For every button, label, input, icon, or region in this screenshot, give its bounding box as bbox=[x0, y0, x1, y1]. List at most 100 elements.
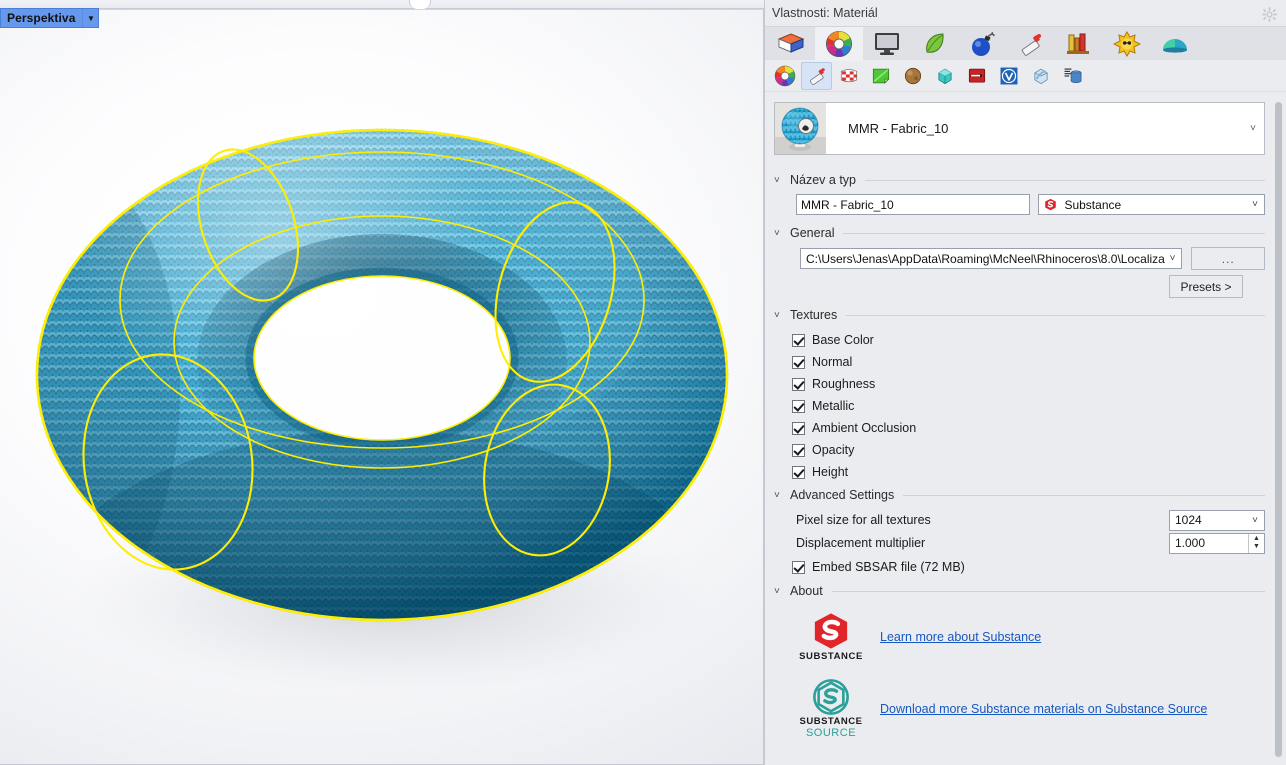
gear-glyph bbox=[1261, 6, 1277, 22]
paint-tube-icon bbox=[1021, 33, 1041, 56]
chevron-down-icon[interactable]: ˅ bbox=[774, 490, 784, 501]
chevron-down-icon[interactable]: ˅ bbox=[1248, 515, 1262, 526]
texture-checkbox[interactable] bbox=[792, 443, 805, 457]
viewport-divider bbox=[0, 8, 764, 9]
stepper-up-icon[interactable]: ▲ bbox=[1253, 535, 1260, 543]
subtab-vray[interactable] bbox=[993, 62, 1024, 90]
section-rule bbox=[846, 314, 1265, 316]
section-rule bbox=[903, 494, 1265, 496]
section-header-name-and-type[interactable]: ˅ Název a typ bbox=[774, 173, 1265, 187]
section-header-about[interactable]: ˅ About bbox=[774, 584, 1265, 598]
texture-checkbox-label: Height bbox=[812, 465, 849, 479]
torus-render bbox=[0, 128, 729, 765]
texture-checkbox-row[interactable]: Normal bbox=[774, 351, 1265, 373]
pixel-size-value: 1024 bbox=[1175, 513, 1202, 527]
texture-checkbox[interactable] bbox=[792, 355, 805, 369]
layers-cylinder-icon bbox=[1064, 68, 1081, 83]
substance-file-path-value: C:\Users\Jenas\AppData\Roaming\McNeel\Rh… bbox=[806, 251, 1165, 266]
viewport-area: Perspektiva ▼ bbox=[0, 0, 764, 765]
download-substance-source-link[interactable]: Download more Substance materials on Sub… bbox=[880, 702, 1207, 716]
material-icon bbox=[826, 30, 852, 57]
material-name-input[interactable] bbox=[796, 194, 1031, 215]
chevron-down-icon[interactable]: ˅ bbox=[1165, 253, 1179, 264]
subtab-red-book[interactable] bbox=[961, 62, 992, 90]
texture-checkbox[interactable] bbox=[792, 377, 805, 391]
texture-checkbox-row[interactable]: Height bbox=[774, 461, 1265, 483]
about-substance-source-row: SUBSTANCE SOURCE Download more Substance… bbox=[796, 678, 1265, 739]
tab-environment[interactable] bbox=[911, 27, 959, 61]
section-title-general: General bbox=[790, 226, 835, 240]
texture-checkbox-row[interactable]: Ambient Occlusion bbox=[774, 417, 1265, 439]
tab-material[interactable] bbox=[815, 26, 863, 61]
tab-sun-light[interactable] bbox=[1103, 27, 1151, 61]
substance-file-path-select[interactable]: C:\Users\Jenas\AppData\Roaming\McNeel\Rh… bbox=[800, 248, 1183, 269]
section-header-textures[interactable]: ˅ Textures bbox=[774, 308, 1265, 322]
browse-button[interactable]: ... bbox=[1191, 247, 1265, 270]
subtab-glass-cube[interactable] bbox=[1025, 62, 1056, 90]
chevron-down-icon[interactable]: ˅ bbox=[1248, 199, 1262, 210]
chevron-down-icon[interactable]: ˅ bbox=[1242, 103, 1264, 154]
material-selector-dropdown[interactable]: MMR - Fabric_10 ˅ bbox=[774, 102, 1265, 155]
displacement-multiplier-row: Displacement multiplier 1.000 ▲ ▼ bbox=[774, 532, 1265, 554]
display-icon bbox=[875, 32, 899, 55]
tab-display[interactable] bbox=[863, 27, 911, 61]
texture-checkbox[interactable] bbox=[792, 421, 805, 435]
subtab-color-wheel[interactable] bbox=[769, 62, 800, 90]
texture-checkbox-row[interactable]: Roughness bbox=[774, 373, 1265, 395]
texture-checkbox[interactable] bbox=[792, 399, 805, 413]
chevron-down-icon[interactable]: ˅ bbox=[774, 228, 784, 239]
material-preview-sphere bbox=[775, 103, 826, 154]
chevron-down-icon[interactable]: ▼ bbox=[82, 9, 98, 27]
tab-ground-plane[interactable] bbox=[1151, 27, 1199, 61]
substance-source-logo-icon bbox=[813, 679, 849, 715]
subtab-layers-cylinder[interactable] bbox=[1057, 62, 1088, 90]
texture-checkbox-row[interactable]: Metallic bbox=[774, 395, 1265, 417]
substance-logo-small bbox=[1045, 198, 1057, 211]
chevron-down-icon[interactable]: ˅ bbox=[774, 586, 784, 597]
embed-sbsar-checkbox-row[interactable]: Embed SBSAR file (72 MB) bbox=[774, 556, 1265, 578]
embed-sbsar-checkbox[interactable] bbox=[792, 560, 805, 574]
displacement-multiplier-stepper[interactable]: ▲ ▼ bbox=[1248, 533, 1264, 553]
subtab-paint-tube[interactable] bbox=[801, 61, 832, 90]
section-header-advanced-settings[interactable]: ˅ Advanced Settings bbox=[774, 488, 1265, 502]
panel-scrollbar[interactable] bbox=[1275, 102, 1282, 757]
material-type-select[interactable]: Substance ˅ bbox=[1038, 194, 1265, 215]
tab-library[interactable] bbox=[1055, 27, 1103, 61]
tab-object-properties[interactable] bbox=[767, 27, 815, 61]
subtab-brown-sphere[interactable] bbox=[897, 62, 928, 90]
texture-checkbox-label: Base Color bbox=[812, 333, 874, 347]
subtab-green-plane[interactable] bbox=[865, 62, 896, 90]
texture-checkbox[interactable] bbox=[792, 333, 805, 347]
viewport-tab-perspektiva[interactable]: Perspektiva ▼ bbox=[0, 8, 100, 28]
presets-button[interactable]: Presets > bbox=[1169, 275, 1243, 298]
panel-header: Vlastnosti: Materiál bbox=[765, 0, 1286, 26]
red-book-icon bbox=[968, 68, 985, 83]
material-preview-thumbnail bbox=[775, 103, 826, 154]
texture-checkbox[interactable] bbox=[792, 465, 805, 479]
texture-checkbox-row[interactable]: Base Color bbox=[774, 329, 1265, 351]
gear-icon[interactable] bbox=[1258, 3, 1280, 25]
learn-more-substance-link[interactable]: Learn more about Substance bbox=[880, 630, 1041, 644]
embed-sbsar-label: Embed SBSAR file (72 MB) bbox=[812, 560, 965, 574]
tab-paint[interactable] bbox=[1007, 27, 1055, 61]
section-header-general[interactable]: ˅ General bbox=[774, 226, 1265, 240]
panel-tabs-row-primary bbox=[765, 26, 1286, 61]
panel-scrollbar-thumb[interactable] bbox=[1275, 102, 1282, 757]
displacement-multiplier-field[interactable]: 1.000 ▲ ▼ bbox=[1169, 532, 1265, 554]
texture-checkbox-label: Opacity bbox=[812, 443, 855, 457]
viewport-tab-label: Perspektiva bbox=[7, 11, 76, 25]
tab-render[interactable] bbox=[959, 27, 1007, 61]
panel-tabs-row-secondary bbox=[765, 60, 1286, 92]
pixel-size-row: Pixel size for all textures 1024 ˅ bbox=[774, 509, 1265, 531]
chevron-down-icon[interactable]: ˅ bbox=[774, 310, 784, 321]
chevron-down-icon[interactable]: ˅ bbox=[774, 175, 784, 186]
sun-light-icon bbox=[1113, 30, 1141, 57]
glass-cube-icon bbox=[1033, 68, 1048, 84]
subtab-texture-map[interactable] bbox=[833, 62, 864, 90]
stepper-down-icon[interactable]: ▼ bbox=[1253, 543, 1260, 551]
viewport-canvas[interactable] bbox=[0, 10, 764, 765]
subtab-cyan-cube[interactable] bbox=[929, 62, 960, 90]
pixel-size-select[interactable]: 1024 ˅ bbox=[1169, 509, 1265, 531]
section-title-name-and-type: Název a typ bbox=[790, 173, 857, 187]
texture-checkbox-row[interactable]: Opacity bbox=[774, 439, 1265, 461]
